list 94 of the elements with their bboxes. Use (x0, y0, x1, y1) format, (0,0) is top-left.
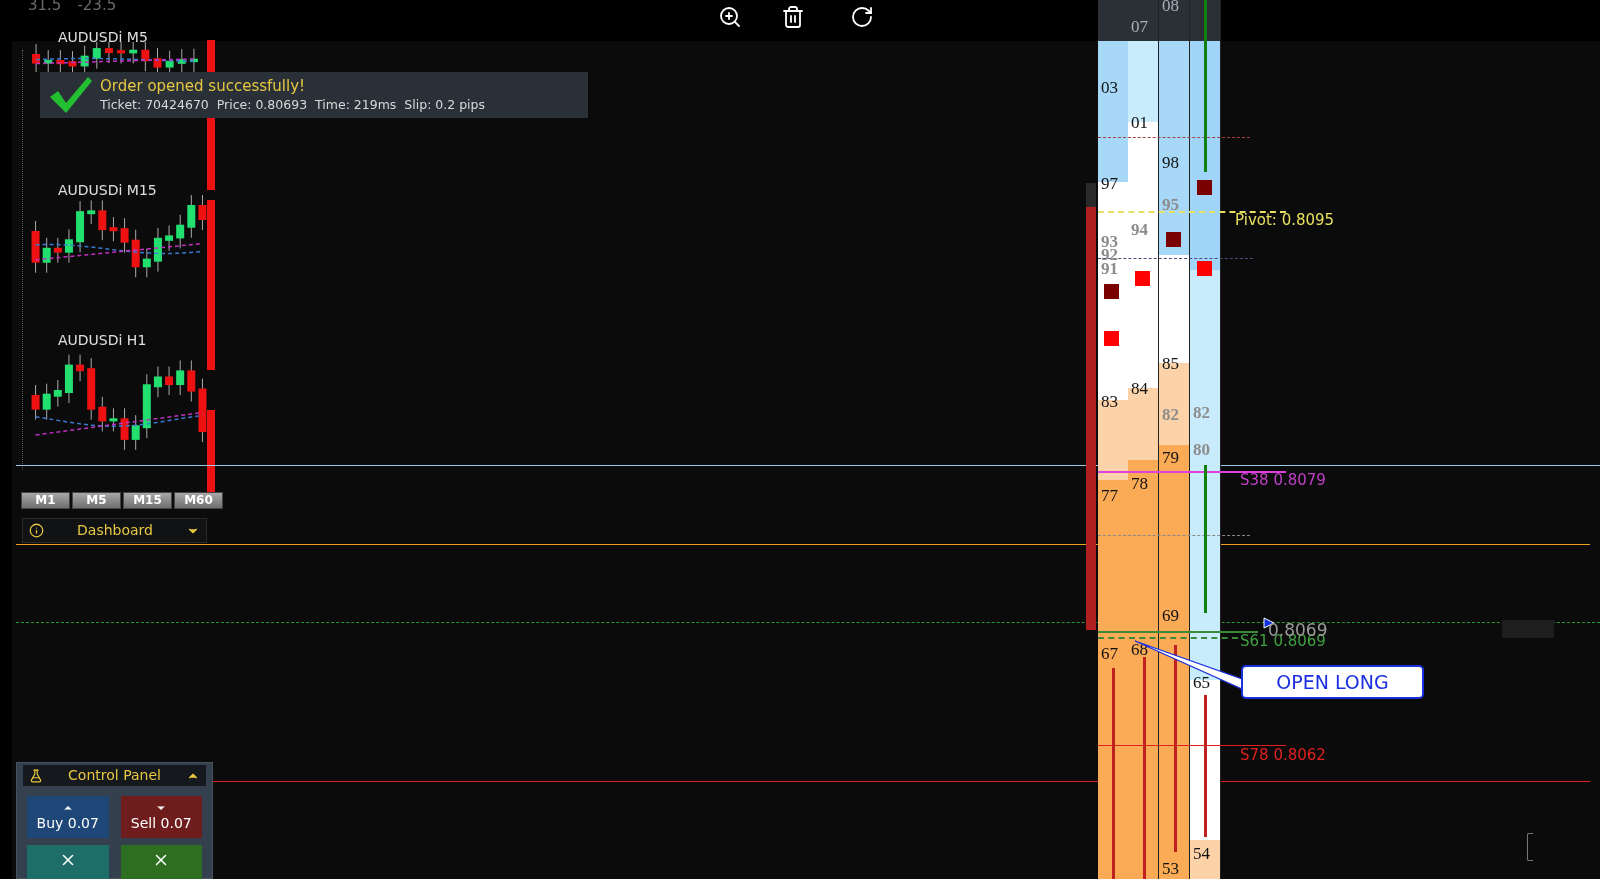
candle (76, 354, 85, 382)
zoom-in-button[interactable] (718, 5, 742, 29)
candle (109, 407, 118, 432)
signal-marker (1197, 180, 1212, 195)
faint-price-label: 91 (1101, 260, 1118, 277)
notification-title: Order opened successfully! (100, 77, 307, 96)
candle (98, 396, 107, 432)
timeframe-button[interactable]: M15 (123, 492, 172, 509)
candle (104, 42, 113, 64)
candle (165, 224, 174, 252)
faint-price-label: 94 (1131, 221, 1148, 238)
notification-details: Ticket: 70424670 Price: 0.80693 Time: 219ms Slip: 0.2 pips (100, 96, 486, 113)
candle (53, 237, 62, 264)
flask-icon (29, 768, 43, 783)
delete-button[interactable] (781, 5, 805, 29)
price-level-label: 67 (1101, 645, 1118, 662)
candle (198, 378, 207, 443)
price-line-label: S78 0.8062 (1240, 747, 1326, 763)
candle (31, 220, 40, 274)
buy-button[interactable]: Buy 0.07 (27, 796, 109, 838)
candle (120, 217, 129, 254)
signal-marker (1166, 232, 1181, 247)
price-tag (1502, 620, 1554, 638)
price-level-label: 01 (1131, 114, 1148, 131)
candle (31, 384, 40, 421)
rotate-button[interactable] (850, 5, 874, 29)
price-line-label: S38 0.8079 (1240, 472, 1326, 488)
chart-title: AUDUSDi M5 (58, 28, 148, 47)
faint-price-label: 80 (1193, 441, 1210, 458)
candle (42, 237, 51, 274)
price-level-label: 85 (1162, 355, 1179, 372)
price-level-label: 83 (1101, 393, 1118, 410)
candle (131, 229, 140, 278)
faint-price-label: 95 (1162, 196, 1179, 213)
price-level-label: 03 (1101, 79, 1118, 96)
signal-marker (1197, 261, 1212, 276)
candle (92, 42, 101, 70)
candle (120, 407, 129, 451)
candle (42, 383, 51, 421)
signal-callout: OPEN LONG (1241, 665, 1424, 699)
signal-marker (1104, 331, 1119, 346)
timeframe-button[interactable]: M60 (174, 492, 223, 509)
price-level-label: 65 (1193, 674, 1210, 691)
price-level-label: 54 (1193, 845, 1210, 862)
price-level-label: 07 (1131, 18, 1148, 35)
price-level-label: 53 (1162, 860, 1179, 877)
control-panel-title: Control Panel (67, 766, 162, 785)
candle (80, 45, 89, 72)
candle (187, 195, 196, 239)
candle (165, 366, 174, 396)
timeframe-button[interactable]: M1 (21, 492, 70, 509)
candle (129, 42, 138, 64)
price-level-label: 84 (1131, 380, 1148, 397)
candle (109, 216, 118, 242)
candle (142, 373, 151, 439)
faint-price-label: 82 (1193, 404, 1210, 421)
price-level-label: 77 (1101, 487, 1118, 504)
candle (153, 227, 162, 273)
chart-title: AUDUSDi M15 (58, 181, 157, 200)
candle (141, 42, 150, 72)
candle (87, 357, 96, 421)
candle (32, 43, 41, 72)
price-level-label: 98 (1162, 154, 1179, 171)
price-level-label: 79 (1162, 449, 1179, 466)
candle (153, 366, 162, 398)
price-line-label: Pivot: 0.8095 (1235, 212, 1335, 228)
candle (131, 414, 140, 451)
chart-title: AUDUSDi H1 (58, 331, 147, 350)
timeframe-button[interactable]: M5 (72, 492, 121, 509)
candle (64, 354, 73, 404)
signal-marker (1104, 284, 1119, 299)
candle (117, 42, 126, 64)
price-level-label: 78 (1131, 475, 1148, 492)
candle (142, 248, 151, 278)
candle (176, 359, 185, 396)
candle (153, 47, 162, 72)
candle (98, 199, 107, 241)
info-icon (29, 523, 44, 538)
candle (76, 200, 85, 253)
candle (187, 359, 196, 403)
candle (53, 379, 62, 408)
price-level-label: 97 (1101, 175, 1118, 192)
price-level-label: 08 (1162, 0, 1179, 14)
dashboard-dropdown[interactable]: Dashboard (22, 518, 207, 543)
checkmark-icon (48, 75, 94, 115)
candle (165, 50, 174, 72)
signal-marker (1135, 271, 1150, 286)
candle (87, 199, 96, 225)
faint-price-label: 82 (1162, 406, 1179, 423)
candle (64, 228, 73, 264)
candle (44, 49, 53, 72)
sell-button[interactable]: Sell 0.07 (120, 796, 202, 838)
candle (176, 214, 185, 249)
price-level-label: 69 (1162, 607, 1179, 624)
